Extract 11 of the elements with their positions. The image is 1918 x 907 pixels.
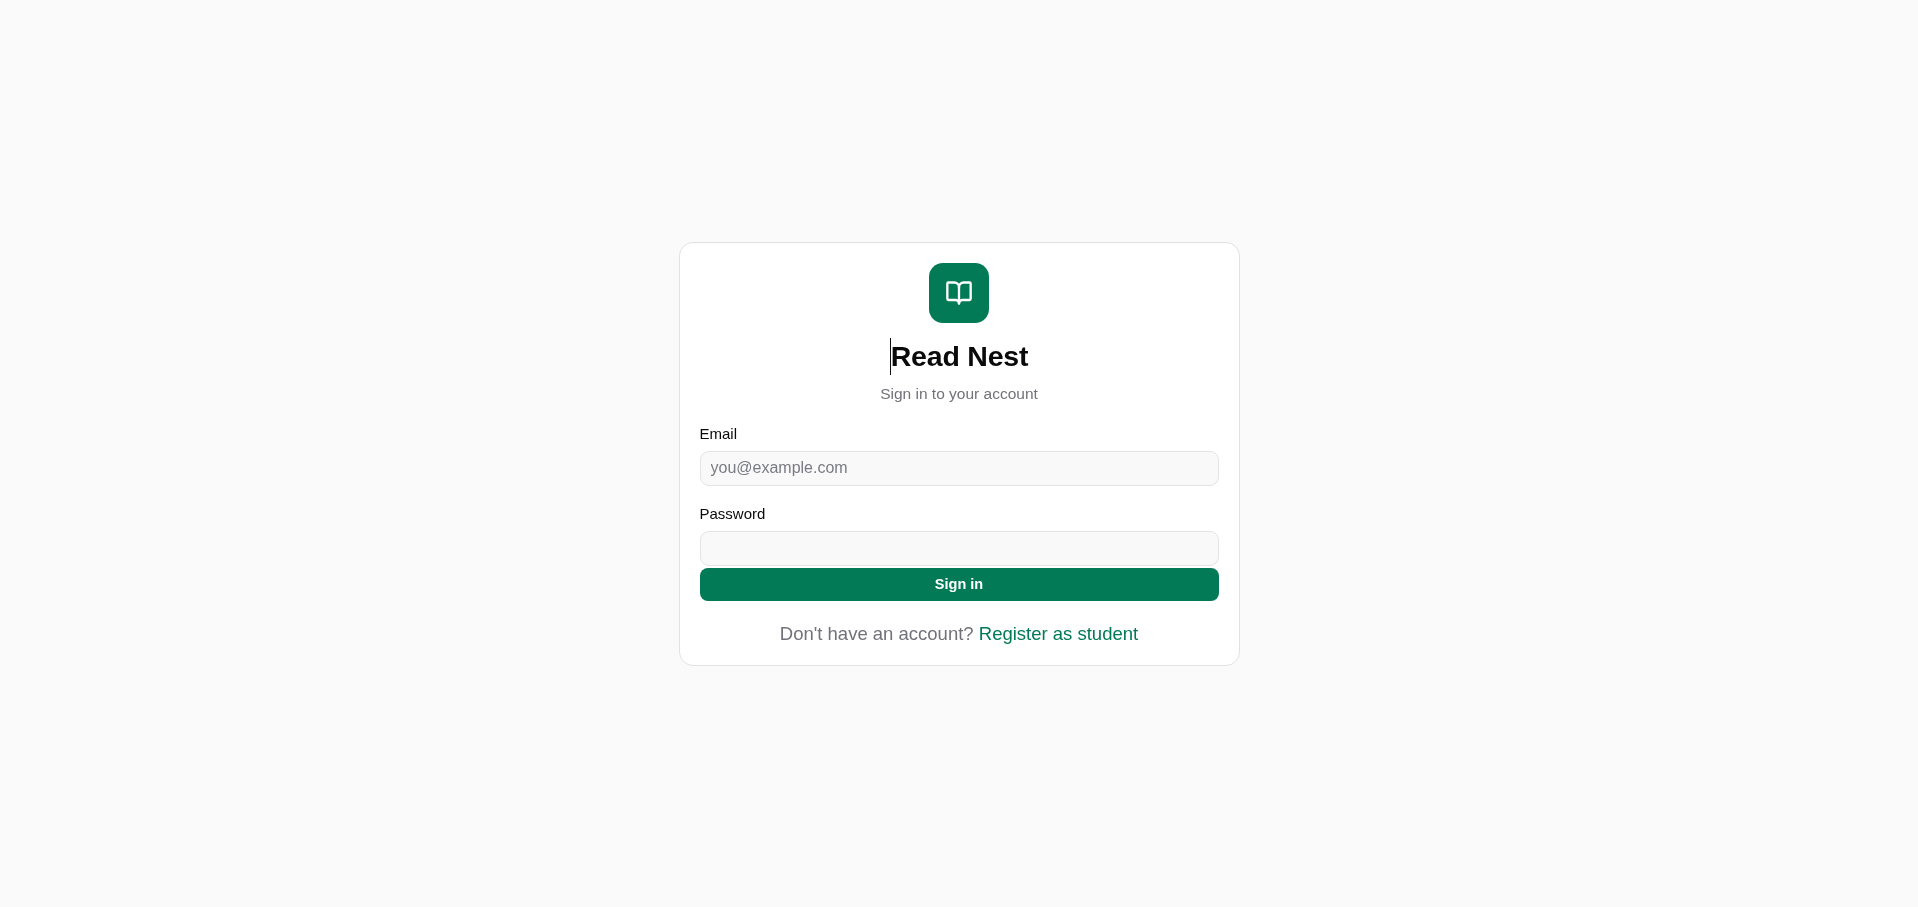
input-field[interactable]: [699, 530, 1219, 566]
register-link[interactable]: Register as student: [978, 622, 1139, 644]
text-cursor-icon: [889, 337, 891, 375]
signup-prompt: Don't have an account? Register as student: [779, 621, 1139, 646]
field-label: Password: [699, 503, 766, 524]
input-field[interactable]: you@example.com: [699, 450, 1219, 486]
field-label: Email: [699, 423, 737, 444]
sign-in-button[interactable]: Sign in: [699, 567, 1219, 601]
book-icon: [929, 262, 989, 323]
app-title: Read Nest: [890, 339, 1029, 374]
subtitle: Sign in to your account: [880, 383, 1038, 404]
